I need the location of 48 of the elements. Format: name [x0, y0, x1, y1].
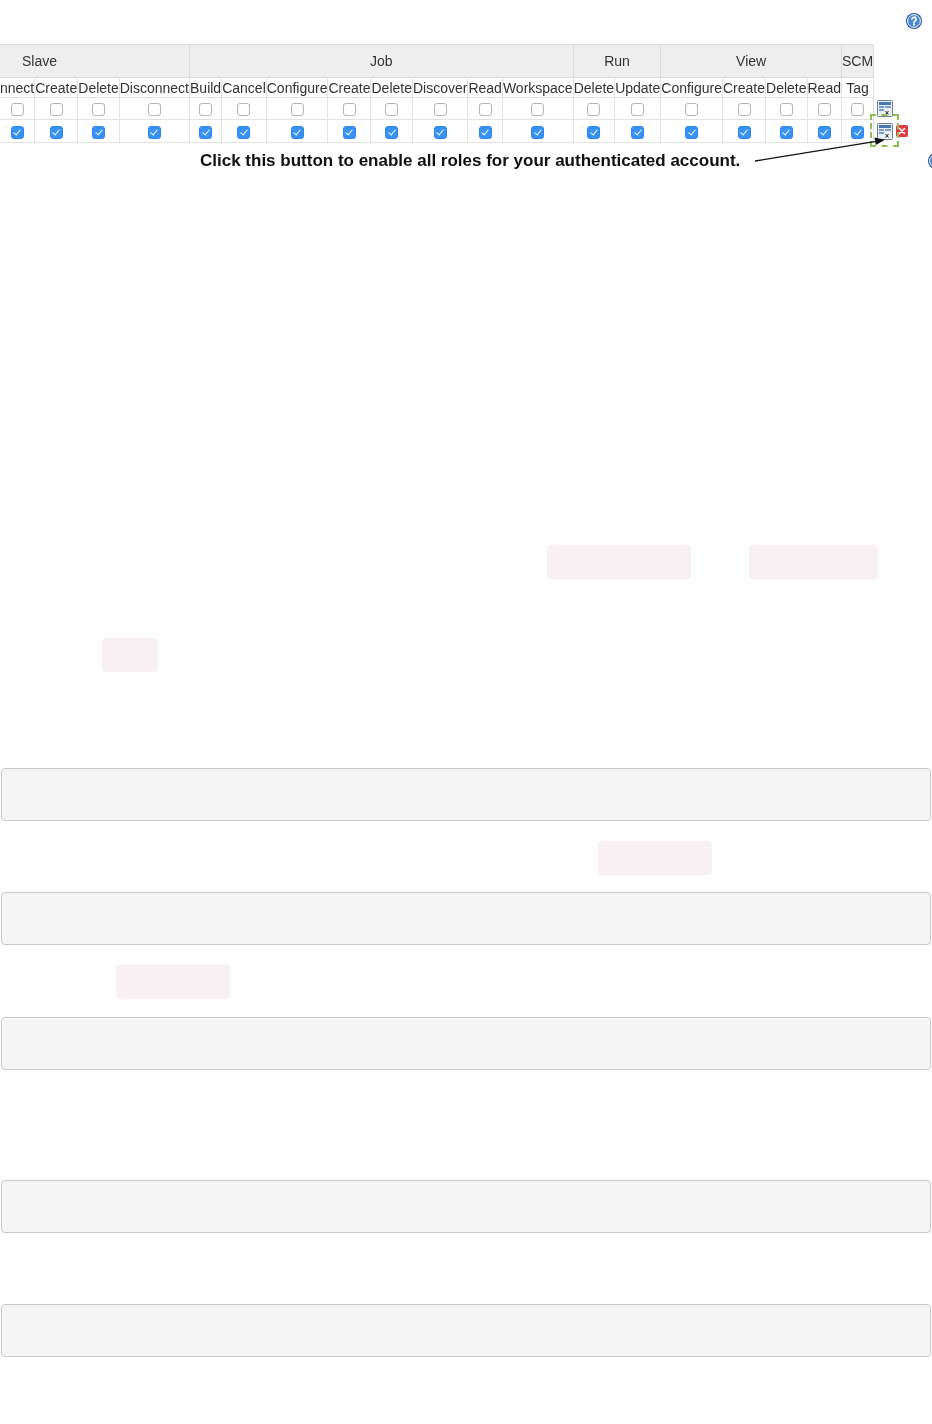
annotation-text: Click this button to enable all roles for your authenticated account. — [199, 151, 741, 171]
checkbox[interactable] — [779, 125, 793, 139]
checkbox[interactable] — [385, 125, 399, 139]
checkbox[interactable] — [433, 103, 447, 117]
checkbox[interactable] — [237, 125, 251, 139]
checkbox[interactable] — [817, 103, 831, 117]
checkbox[interactable] — [10, 103, 24, 117]
help-icon[interactable] — [906, 13, 922, 29]
checkbox[interactable] — [433, 125, 447, 139]
checkbox[interactable] — [290, 103, 304, 117]
checkbox[interactable] — [147, 103, 161, 117]
checkbox[interactable] — [147, 125, 161, 139]
checkbox[interactable] — [342, 103, 356, 117]
checkbox[interactable] — [631, 103, 645, 117]
checkbox[interactable] — [342, 125, 356, 139]
checkbox[interactable] — [817, 125, 831, 139]
checkbox[interactable] — [737, 125, 751, 139]
checkbox[interactable] — [237, 103, 251, 117]
column-group-header: Run — [573, 44, 661, 78]
column-group-header: Job — [189, 44, 574, 78]
column-header: nnect — [0, 77, 35, 98]
checkbox[interactable] — [49, 103, 63, 117]
checkbox[interactable] — [851, 125, 865, 139]
checkbox[interactable] — [290, 125, 304, 139]
checkbox[interactable] — [92, 125, 105, 139]
column-group-header: Slave — [0, 44, 190, 78]
help-icon[interactable] — [928, 153, 932, 169]
checkbox[interactable] — [737, 103, 751, 117]
column-group-header: SCM — [841, 44, 874, 78]
checkbox[interactable] — [531, 125, 545, 139]
table-icon[interactable] — [877, 122, 894, 140]
checkbox[interactable] — [478, 125, 492, 139]
checkbox[interactable] — [531, 103, 545, 117]
checkbox[interactable] — [587, 103, 601, 117]
checkbox[interactable] — [199, 103, 213, 117]
checkbox[interactable] — [631, 125, 645, 139]
checkbox[interactable] — [10, 125, 24, 139]
checkbox[interactable] — [49, 125, 63, 139]
checkbox[interactable] — [385, 103, 399, 117]
checkbox[interactable] — [851, 103, 865, 117]
checkbox[interactable] — [685, 103, 699, 117]
column-group-header: View — [660, 44, 842, 78]
checkbox[interactable] — [685, 125, 699, 139]
checkbox[interactable] — [199, 125, 213, 139]
checkbox[interactable] — [478, 103, 492, 117]
checkbox[interactable] — [779, 103, 793, 117]
checkbox[interactable] — [92, 103, 105, 117]
checkbox[interactable] — [587, 125, 601, 139]
